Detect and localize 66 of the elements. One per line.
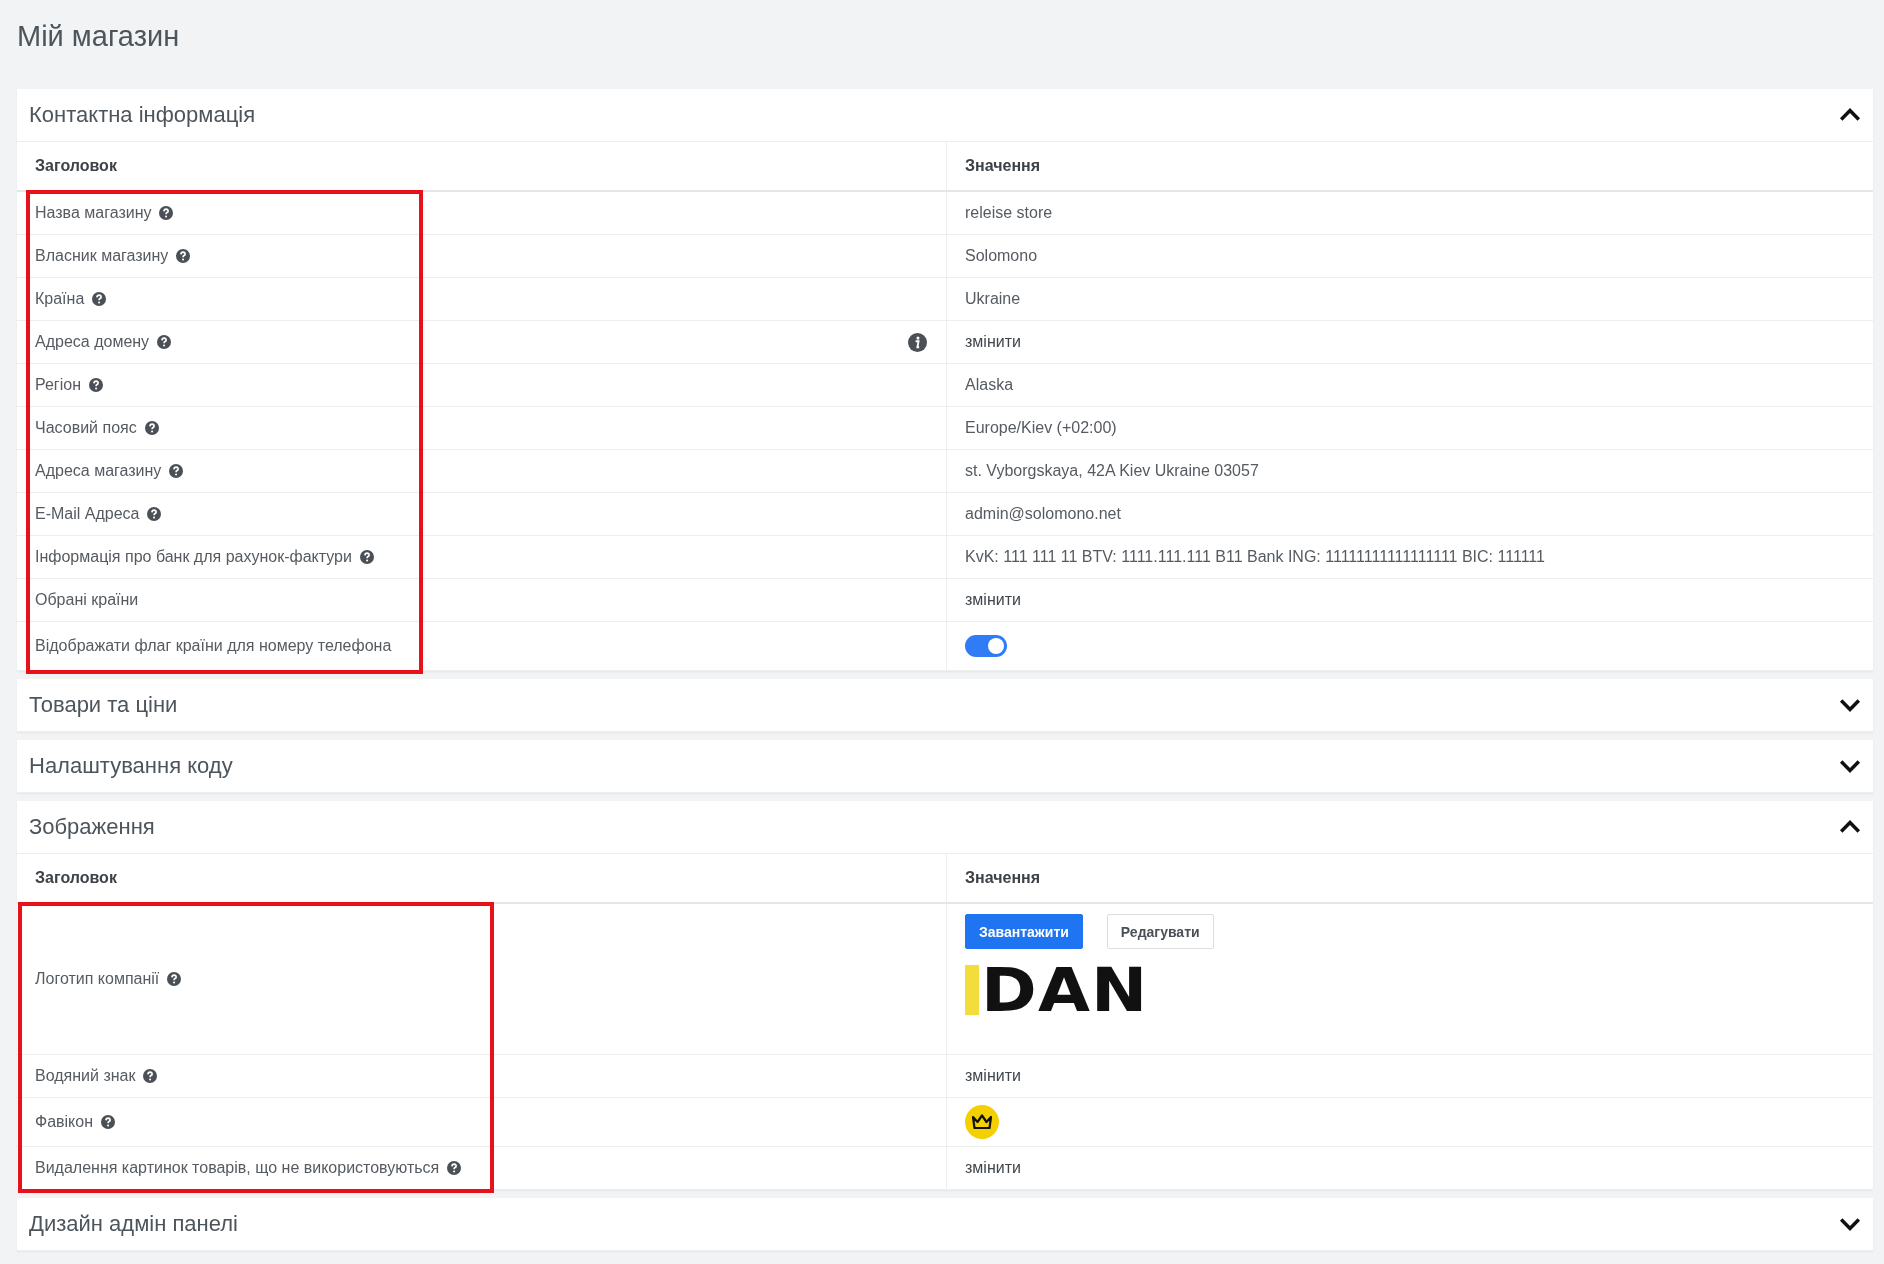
help-icon[interactable] bbox=[447, 1161, 462, 1175]
row-label: Адреса домену bbox=[35, 333, 150, 351]
row-value: Alaska bbox=[965, 376, 1014, 394]
chevron-down-icon[interactable] bbox=[1839, 698, 1861, 712]
row-value: KvK: 111 111 11 BTV: 1111.111.111 B11 Bank ING: 11111111111111111 BIC: 111111 bbox=[965, 548, 1545, 566]
change-link[interactable]: змінити bbox=[965, 591, 1021, 609]
row-label: Країна bbox=[35, 290, 85, 308]
section-title: Зображення bbox=[29, 814, 155, 840]
help-icon[interactable] bbox=[169, 464, 184, 478]
help-icon[interactable] bbox=[143, 1069, 158, 1083]
section-header[interactable]: Дизайн адмін панелі bbox=[17, 1198, 1873, 1251]
toggle-switch[interactable] bbox=[965, 635, 1007, 657]
upload-button[interactable]: Завантажити bbox=[965, 914, 1083, 949]
row-label: Назва магазину bbox=[35, 204, 152, 222]
column-header: Заголовок bbox=[34, 156, 118, 176]
row-label: Інформація про банк для рахунок-фактури bbox=[35, 548, 352, 566]
chevron-up-icon[interactable] bbox=[1839, 108, 1861, 122]
chevron-down-icon[interactable] bbox=[1839, 759, 1861, 773]
info-icon[interactable] bbox=[908, 332, 927, 352]
help-icon[interactable] bbox=[92, 292, 107, 306]
row-label: Часовий пояс bbox=[35, 419, 137, 437]
row-value: st. Vyborgskaya, 42A Kiev Ukraine 03057 bbox=[965, 462, 1259, 480]
section-title: Контактна інформація bbox=[29, 102, 256, 128]
company-logo: DAN bbox=[965, 965, 1175, 1015]
help-icon[interactable] bbox=[167, 972, 182, 986]
column-header: Значення bbox=[946, 854, 1873, 902]
change-link[interactable]: змінити bbox=[965, 333, 1021, 351]
chevron-up-icon[interactable] bbox=[1839, 820, 1861, 834]
help-icon[interactable] bbox=[176, 249, 191, 263]
page-title: Мій магазин bbox=[17, 20, 180, 53]
row-label: Адреса магазину bbox=[35, 462, 162, 480]
row-label: Власник магазину bbox=[35, 247, 169, 265]
help-icon[interactable] bbox=[144, 421, 159, 435]
row-label: Відображати флаг країни для номеру телефона bbox=[35, 637, 392, 655]
column-header: Заголовок bbox=[34, 868, 118, 888]
help-icon[interactable] bbox=[101, 1115, 116, 1129]
row-label: Логотип компанії bbox=[35, 970, 160, 988]
section-header[interactable]: Контактна інформація bbox=[17, 89, 1873, 142]
row-value: admin@solomono.net bbox=[965, 505, 1121, 523]
row-label: Регіон bbox=[35, 376, 81, 394]
row-label: Видалення картинок товарів, що не використовуються bbox=[35, 1159, 440, 1177]
change-link[interactable]: змінити bbox=[965, 1067, 1021, 1085]
change-link[interactable]: змінити bbox=[965, 1159, 1021, 1177]
section-title: Дизайн адмін панелі bbox=[29, 1211, 238, 1237]
section-title: Товари та ціни bbox=[29, 692, 178, 718]
row-label: Обрані країни bbox=[35, 591, 139, 609]
row-value: releise store bbox=[965, 204, 1053, 222]
row-value: Europe/Kiev (+02:00) bbox=[965, 419, 1117, 437]
column-header: Значення bbox=[946, 142, 1873, 190]
help-icon[interactable] bbox=[159, 206, 174, 220]
chevron-down-icon[interactable] bbox=[1839, 1217, 1861, 1231]
edit-button[interactable]: Редагувати bbox=[1106, 914, 1214, 949]
crown-icon bbox=[965, 1105, 999, 1139]
help-icon[interactable] bbox=[359, 550, 374, 564]
help-icon[interactable] bbox=[89, 378, 103, 392]
section-header[interactable]: Налаштування коду bbox=[17, 740, 1873, 793]
row-value: Ukraine bbox=[965, 290, 1021, 308]
row-label: Водяний знак bbox=[35, 1067, 136, 1085]
section-header[interactable]: Зображення bbox=[17, 801, 1873, 854]
section-header[interactable]: Товари та ціни bbox=[17, 679, 1873, 732]
section-title: Налаштування коду bbox=[29, 753, 233, 779]
row-label: Фавікон bbox=[35, 1113, 94, 1131]
help-icon[interactable] bbox=[157, 335, 172, 349]
row-label: E-Mail Адреса bbox=[35, 505, 140, 523]
row-value: Solomono bbox=[965, 247, 1038, 265]
help-icon[interactable] bbox=[147, 507, 162, 521]
